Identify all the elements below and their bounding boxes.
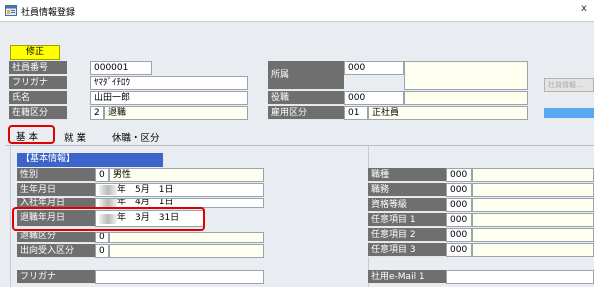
duty-label: 職務: [368, 183, 446, 197]
optional-item-3-name: [472, 243, 594, 257]
position-code-field[interactable]: 000: [344, 91, 404, 105]
modify-button[interactable]: 修正: [10, 45, 60, 60]
qualification-grade-name: [472, 198, 594, 212]
employment-type-value: 正社員: [368, 106, 528, 120]
retirement-type-value: [109, 232, 264, 243]
job-type-label: 職種: [368, 168, 446, 182]
status-label: 在籍区分: [9, 106, 67, 120]
basic-furigana-label: フリガナ: [17, 270, 95, 284]
blurred-year: [99, 199, 117, 207]
basic-info-section-title: 【基本情報】: [17, 153, 163, 167]
tab-employment[interactable]: 就 業: [64, 130, 86, 144]
gender-value: 男性: [109, 168, 264, 182]
window-title: 社員情報登録: [21, 8, 76, 18]
job-type-code-field[interactable]: 000: [446, 168, 472, 182]
employee-number-field[interactable]: 000001: [90, 61, 152, 75]
retirement-type-label: 退職区分: [17, 232, 95, 243]
retirement-type-code-field[interactable]: 0: [95, 232, 109, 243]
basic-furigana-field[interactable]: [95, 270, 264, 284]
optional-item-2-name: [472, 228, 594, 242]
affiliation-name: [404, 61, 528, 90]
optional-item-1-code-field[interactable]: 000: [446, 213, 472, 227]
employment-type-label: 雇用区分: [268, 106, 344, 120]
employment-code-field[interactable]: 01: [344, 106, 368, 120]
birth-date-field[interactable]: 年 5月 1日: [95, 183, 264, 197]
duty-code-field[interactable]: 000: [446, 183, 472, 197]
main-panel: 修正 社員番号 000001 フリガナ ﾔﾏﾀﾞｲﾁﾛｳ 氏名 山田一郎 在籍区…: [0, 22, 594, 287]
furigana-label: フリガナ: [9, 76, 67, 90]
secondment-type-value: [109, 244, 264, 258]
birth-date-text: 年 5月 1日: [117, 185, 174, 195]
optional-item-3-label: 任意項目 3: [368, 243, 446, 257]
optional-item-1-name: [472, 213, 594, 227]
optional-item-3-code-field[interactable]: 000: [446, 243, 472, 257]
employee-number-label: 社員番号: [9, 61, 67, 75]
retirement-date-highlight-box: [12, 207, 205, 231]
optional-item-1-label: 任意項目 1: [368, 213, 446, 227]
status-code-field[interactable]: 2: [90, 106, 104, 120]
side-button[interactable]: 社員情報...: [544, 78, 594, 92]
tab-leave-category[interactable]: 休職・区分: [112, 130, 160, 144]
affiliation-code-field[interactable]: 000: [344, 61, 404, 75]
position-label: 役職: [268, 91, 344, 105]
secondment-type-code-field[interactable]: 0: [95, 244, 109, 258]
optional-item-2-label: 任意項目 2: [368, 228, 446, 242]
name-field[interactable]: 山田一郎: [90, 91, 248, 105]
optional-item-2-code-field[interactable]: 000: [446, 228, 472, 242]
secondment-type-label: 出向受入区分: [17, 244, 95, 258]
gender-code-field[interactable]: 0: [95, 168, 109, 182]
email-label: 社用e-Mail 1: [368, 270, 446, 284]
birth-date-label: 生年月日: [17, 183, 95, 197]
qualification-grade-label: 資格等級: [368, 198, 446, 212]
close-icon[interactable]: x: [581, 3, 587, 14]
blurred-year: [99, 185, 117, 195]
email-field[interactable]: [446, 270, 594, 284]
position-name: [404, 91, 528, 105]
title-bar: 社員情報登録 x: [0, 0, 594, 22]
name-label: 氏名: [9, 91, 67, 105]
gender-label: 性別: [17, 168, 95, 182]
hire-date-text: 年 4月 1日: [117, 198, 174, 207]
side-color-bar: [544, 108, 594, 118]
tab-highlight-box: [8, 125, 55, 144]
status-value: 退職: [104, 106, 248, 120]
furigana-field[interactable]: ﾔﾏﾀﾞｲﾁﾛｳ: [90, 76, 248, 90]
duty-name: [472, 183, 594, 197]
affiliation-label: 所属: [268, 61, 344, 90]
app-window-icon: [5, 5, 17, 16]
job-type-name: [472, 168, 594, 182]
qualification-grade-code-field[interactable]: 000: [446, 198, 472, 212]
